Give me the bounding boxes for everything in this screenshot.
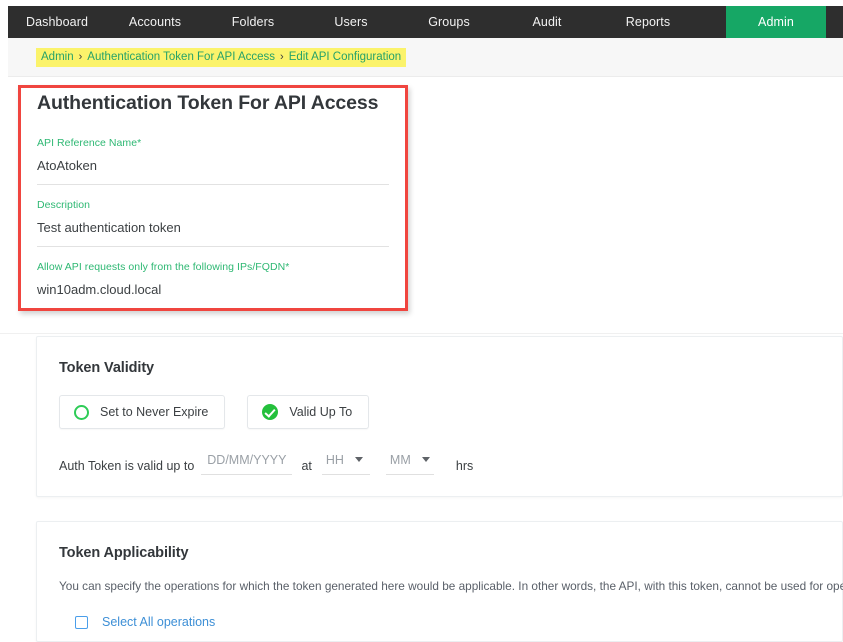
nav-item-folders[interactable]: Folders [204, 6, 302, 38]
token-validity-title: Token Validity [59, 360, 155, 376]
expiry-hour-value: HH [325, 453, 344, 467]
check-circle-icon [262, 404, 279, 420]
breadcrumb-separator-1: › [78, 51, 83, 63]
page-title: Authentication Token For API Access [37, 92, 379, 114]
valid-up-to-prefix: Auth Token is valid up to [59, 459, 195, 473]
expiry-hour-select[interactable]: HH [321, 451, 370, 475]
token-applicability-title: Token Applicability [59, 545, 189, 561]
field-allowed-ips: Allow API requests only from the followi… [37, 261, 389, 309]
expiry-minute-value: MM [389, 453, 411, 467]
nav-item-audit[interactable]: Audit [498, 6, 596, 38]
expiry-date-input[interactable]: DD/MM/YYYY [201, 451, 293, 475]
breadcrumb-item-auth-token[interactable]: Authentication Token For API Access [87, 51, 275, 63]
checkbox-icon[interactable] [75, 615, 88, 629]
section-divider [0, 333, 843, 334]
valid-up-to-suffix: hrs [455, 459, 474, 473]
option-valid-up-to[interactable]: Valid Up To [247, 395, 370, 429]
token-form: Authentication Token For API Access API … [26, 92, 401, 323]
select-all-operations-row[interactable]: Select All operations [75, 615, 265, 629]
nav-item-accounts[interactable]: Accounts [106, 6, 204, 38]
field-api-reference-name: API Reference Name* AtoAtoken [37, 137, 389, 185]
valid-up-to-row: Auth Token is valid up to DD/MM/YYYY at … [59, 451, 842, 475]
breadcrumb: Admin › Authentication Token For API Acces… [36, 48, 407, 67]
field-description: Description Test authentication token [37, 199, 389, 247]
api-reference-name-input[interactable]: AtoAtoken [37, 156, 389, 185]
chevron-down-icon [354, 456, 363, 462]
allowed-ips-input[interactable]: win10adm.cloud.local [37, 280, 389, 309]
breadcrumb-separator-2: › [280, 51, 284, 63]
nav-tail [826, 6, 843, 38]
token-applicability-card: Token Applicability You can specify the … [36, 521, 843, 642]
token-validity-options: Set to Never Expire Valid Up To [59, 395, 842, 429]
description-label: Description [37, 199, 91, 211]
radio-ring-icon [74, 404, 89, 420]
expiry-minute-select[interactable]: MM [385, 451, 434, 475]
api-reference-name-label: API Reference Name* [37, 137, 142, 149]
option-set-to-never-expire[interactable]: Set to Never Expire [59, 395, 226, 429]
breadcrumb-band: Admin › Authentication Token For API Acces… [8, 38, 843, 77]
nav-item-admin[interactable]: Admin [726, 6, 826, 38]
description-input[interactable]: Test authentication token [37, 218, 389, 247]
select-all-operations-label: Select All operations [102, 615, 216, 629]
breadcrumb-item-current: Edit API Configuration [288, 51, 402, 63]
breadcrumb-item-admin[interactable]: Admin [41, 51, 74, 63]
chevron-down-icon [421, 456, 430, 462]
allowed-ips-label: Allow API requests only from the followi… [37, 261, 290, 273]
main-navigation: Dashboard Accounts Folders Users Groups … [8, 6, 843, 38]
option-valid-up-to-label: Valid Up To [289, 405, 353, 419]
option-set-to-never-expire-label: Set to Never Expire [100, 405, 209, 419]
nav-item-dashboard[interactable]: Dashboard [8, 6, 106, 38]
app-page: Dashboard Accounts Folders Users Groups … [0, 0, 843, 642]
token-applicability-description: You can specify the operations for which… [59, 579, 843, 593]
valid-up-to-at-label: at [301, 459, 312, 473]
nav-item-groups[interactable]: Groups [400, 6, 498, 38]
nav-item-users[interactable]: Users [302, 6, 400, 38]
token-validity-card: Token Validity Set to Never Expire Valid… [36, 336, 843, 497]
nav-item-reports[interactable]: Reports [596, 6, 700, 38]
